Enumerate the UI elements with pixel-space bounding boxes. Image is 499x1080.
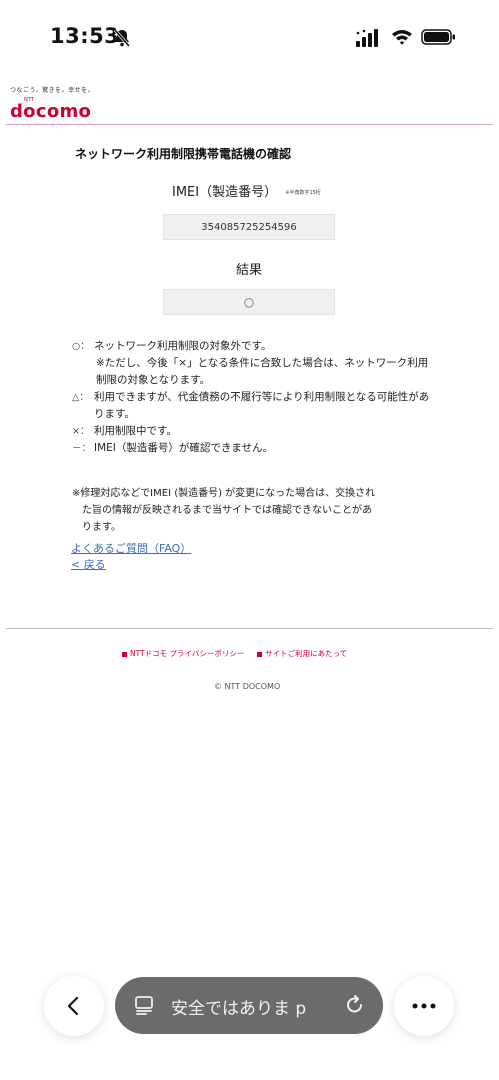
legend-item-note: ※ただし、今後「×」となる条件に合致した場合は、ネットワーク利用制限の対象となり… bbox=[72, 355, 432, 389]
site-terms-link[interactable]: サイトご利用にあたって bbox=[265, 649, 347, 658]
legend-text: IMEI（製造番号）が確認できません。 bbox=[94, 442, 274, 454]
result-legend: ○： ネットワーク利用制限の対象外です。 ※ただし、今後「×」となる条件に合致し… bbox=[72, 338, 432, 457]
imei-format-note: ※半角数字15桁 bbox=[285, 190, 321, 196]
legend-text: 利用できますが、代金債務の不履行等により利用制限となる可能性があります。 bbox=[94, 391, 430, 420]
footnote-line: た旨の情報が反映されるまで当サイトでは確認できないことがあ bbox=[82, 505, 372, 516]
legend-symbol: ○： bbox=[72, 341, 90, 352]
legend-symbol: －： bbox=[72, 443, 92, 454]
status-time: 13:53 bbox=[50, 24, 120, 48]
legend-item-unknown: －： IMEI（製造番号）が確認できません。 bbox=[72, 440, 432, 457]
legend-text: ※ただし、今後「×」となる条件に合致した場合は、ネットワーク利用制限の対象となり… bbox=[96, 357, 429, 386]
imei-value-field: 354085725254596 bbox=[163, 214, 335, 240]
legend-text: 利用制限中です。 bbox=[94, 425, 177, 437]
url-text: 安全ではありま p bbox=[171, 999, 307, 1019]
privacy-policy-link[interactable]: NTTドコモ プライバシーポリシー bbox=[130, 649, 244, 658]
brand-tagline: つなごう。驚きを。幸せを。 bbox=[10, 87, 95, 94]
footnote-line: ※修理対応などでIMEI (製造番号) が変更になった場合は、交換され bbox=[72, 488, 376, 499]
footer-divider bbox=[6, 628, 493, 629]
address-bar[interactable]: 安全ではありま p bbox=[115, 977, 383, 1034]
result-label: 結果 bbox=[236, 263, 263, 278]
result-value-field: ○ bbox=[163, 289, 335, 315]
docomo-brand[interactable]: つなごう。驚きを。幸せを。 NTT docomo bbox=[10, 85, 94, 122]
footnote-line: ります。 bbox=[82, 522, 121, 533]
header-divider bbox=[6, 124, 493, 125]
back-link[interactable]: < 戻る bbox=[71, 557, 191, 573]
page-title: ネットワーク利用制限携帯電話機の確認 bbox=[75, 147, 292, 161]
chevron-left-icon bbox=[67, 996, 79, 1016]
footer-links: NTTドコモ プライバシーポリシー サイトご利用にあたって bbox=[122, 648, 347, 659]
reload-icon[interactable] bbox=[344, 994, 366, 1016]
docomo-logo: docomo bbox=[10, 101, 92, 122]
legend-text: ネットワーク利用制限の対象外です。 bbox=[94, 340, 272, 352]
wifi-icon bbox=[392, 30, 412, 45]
legend-item-ok: ○： ネットワーク利用制限の対象外です。 bbox=[72, 338, 432, 355]
status-bar: 13:53 bbox=[0, 0, 499, 76]
imei-label-text: IMEI（製造番号） bbox=[172, 185, 278, 200]
bullet-square-icon bbox=[122, 651, 127, 657]
more-dots-icon bbox=[412, 1003, 436, 1009]
page-menu-icon[interactable] bbox=[134, 995, 154, 1015]
legend-item-warning: △： 利用できますが、代金債務の不履行等により利用制限となる可能性があります。 bbox=[72, 389, 432, 423]
repair-footnote: ※修理対応などでIMEI (製造番号) が変更になった場合は、交換され た旨の情… bbox=[72, 485, 432, 536]
bullet-square-icon bbox=[257, 651, 263, 657]
legend-symbol: △： bbox=[72, 392, 89, 403]
legend-item-restricted: ×： 利用制限中です。 bbox=[72, 423, 432, 440]
battery-icon bbox=[421, 29, 455, 45]
copyright: © NTT DOCOMO bbox=[214, 682, 281, 691]
cellular-signal-icon bbox=[356, 29, 378, 47]
legend-symbol: ×： bbox=[72, 426, 90, 437]
imei-label: IMEI（製造番号） ※半角数字15桁 bbox=[172, 181, 321, 200]
more-options-button[interactable] bbox=[394, 976, 454, 1036]
browser-back-button[interactable] bbox=[44, 976, 104, 1036]
page-links: よくあるご質問（FAQ） < 戻る bbox=[71, 541, 191, 573]
faq-link[interactable]: よくあるご質問（FAQ） bbox=[71, 541, 191, 557]
bell-slash-icon bbox=[113, 29, 131, 47]
